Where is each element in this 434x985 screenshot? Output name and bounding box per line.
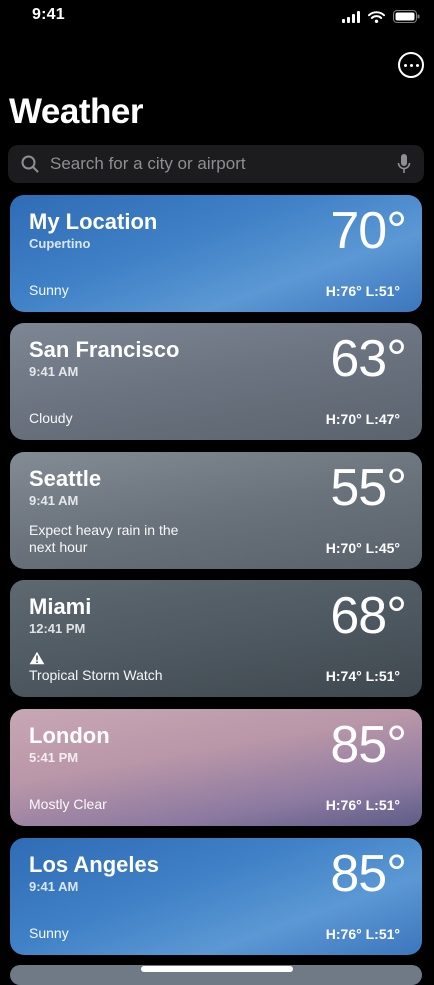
search-input[interactable]: [42, 154, 394, 174]
card-city: London: [29, 723, 110, 748]
page-title: Weather: [9, 92, 143, 131]
card-city: San Francisco: [29, 337, 180, 362]
card-condition: Mostly Clear: [29, 796, 107, 812]
weather-card-london[interactable]: London 5:41 PM 85° Mostly Clear H:76° L:…: [10, 709, 422, 826]
card-high-low: H:76° L:51°: [325, 926, 400, 942]
card-temperature: 68°: [330, 587, 407, 645]
card-condition: Sunny: [29, 282, 69, 298]
card-high-low: H:70° L:45°: [325, 540, 400, 556]
card-city: Seattle: [29, 466, 102, 491]
card-temperature: 63°: [330, 330, 407, 388]
battery-icon: [393, 10, 420, 23]
weather-card-miami[interactable]: Miami 12:41 PM 68° Tropical Storm Watch …: [10, 580, 422, 697]
card-condition: Tropical Storm Watch: [29, 667, 163, 683]
card-subtitle: Cupertino: [29, 236, 91, 251]
card-condition: Sunny: [29, 925, 69, 941]
card-subtitle: 5:41 PM: [29, 750, 79, 765]
status-icons: [342, 10, 420, 23]
card-high-low: H:76° L:51°: [325, 797, 400, 813]
weather-card-san-francisco[interactable]: San Francisco 9:41 AM 63° Cloudy H:70° L…: [10, 323, 422, 440]
card-high-low: H:74° L:51°: [325, 668, 400, 684]
cellular-signal-icon: [342, 10, 360, 23]
card-subtitle: 9:41 AM: [29, 493, 79, 508]
search-bar[interactable]: [8, 145, 424, 183]
card-temperature: 70°: [330, 202, 407, 260]
card-temperature: 85°: [330, 845, 407, 903]
weather-card-los-angeles[interactable]: Los Angeles 9:41 AM 85° Sunny H:76° L:51…: [10, 838, 422, 955]
card-temperature: 55°: [330, 459, 407, 517]
microphone-icon[interactable]: [394, 152, 414, 176]
card-subtitle: 12:41 PM: [29, 621, 86, 636]
card-city: My Location: [29, 209, 158, 234]
warning-triangle-icon: [29, 651, 45, 665]
card-temperature: 85°: [330, 716, 407, 774]
card-subtitle: 9:41 AM: [29, 879, 79, 894]
home-indicator[interactable]: [141, 966, 293, 972]
card-city: Miami: [29, 594, 92, 619]
weather-card-my-location[interactable]: My Location Cupertino 70° Sunny H:76° L:…: [10, 195, 422, 312]
card-subtitle: 9:41 AM: [29, 364, 79, 379]
search-icon: [18, 152, 42, 176]
card-condition: Expect heavy rain in the next hour: [29, 522, 179, 555]
card-high-low: H:76° L:51°: [325, 283, 400, 299]
card-city: Los Angeles: [29, 852, 159, 877]
ellipsis-circle-icon[interactable]: [398, 52, 424, 78]
card-high-low: H:70° L:47°: [325, 411, 400, 427]
status-time: 9:41: [32, 6, 65, 23]
weather-card-seattle[interactable]: Seattle 9:41 AM 55° Expect heavy rain in…: [10, 452, 422, 569]
card-condition: Cloudy: [29, 410, 73, 426]
wifi-icon: [368, 10, 385, 23]
status-bar: 9:41: [0, 0, 434, 34]
